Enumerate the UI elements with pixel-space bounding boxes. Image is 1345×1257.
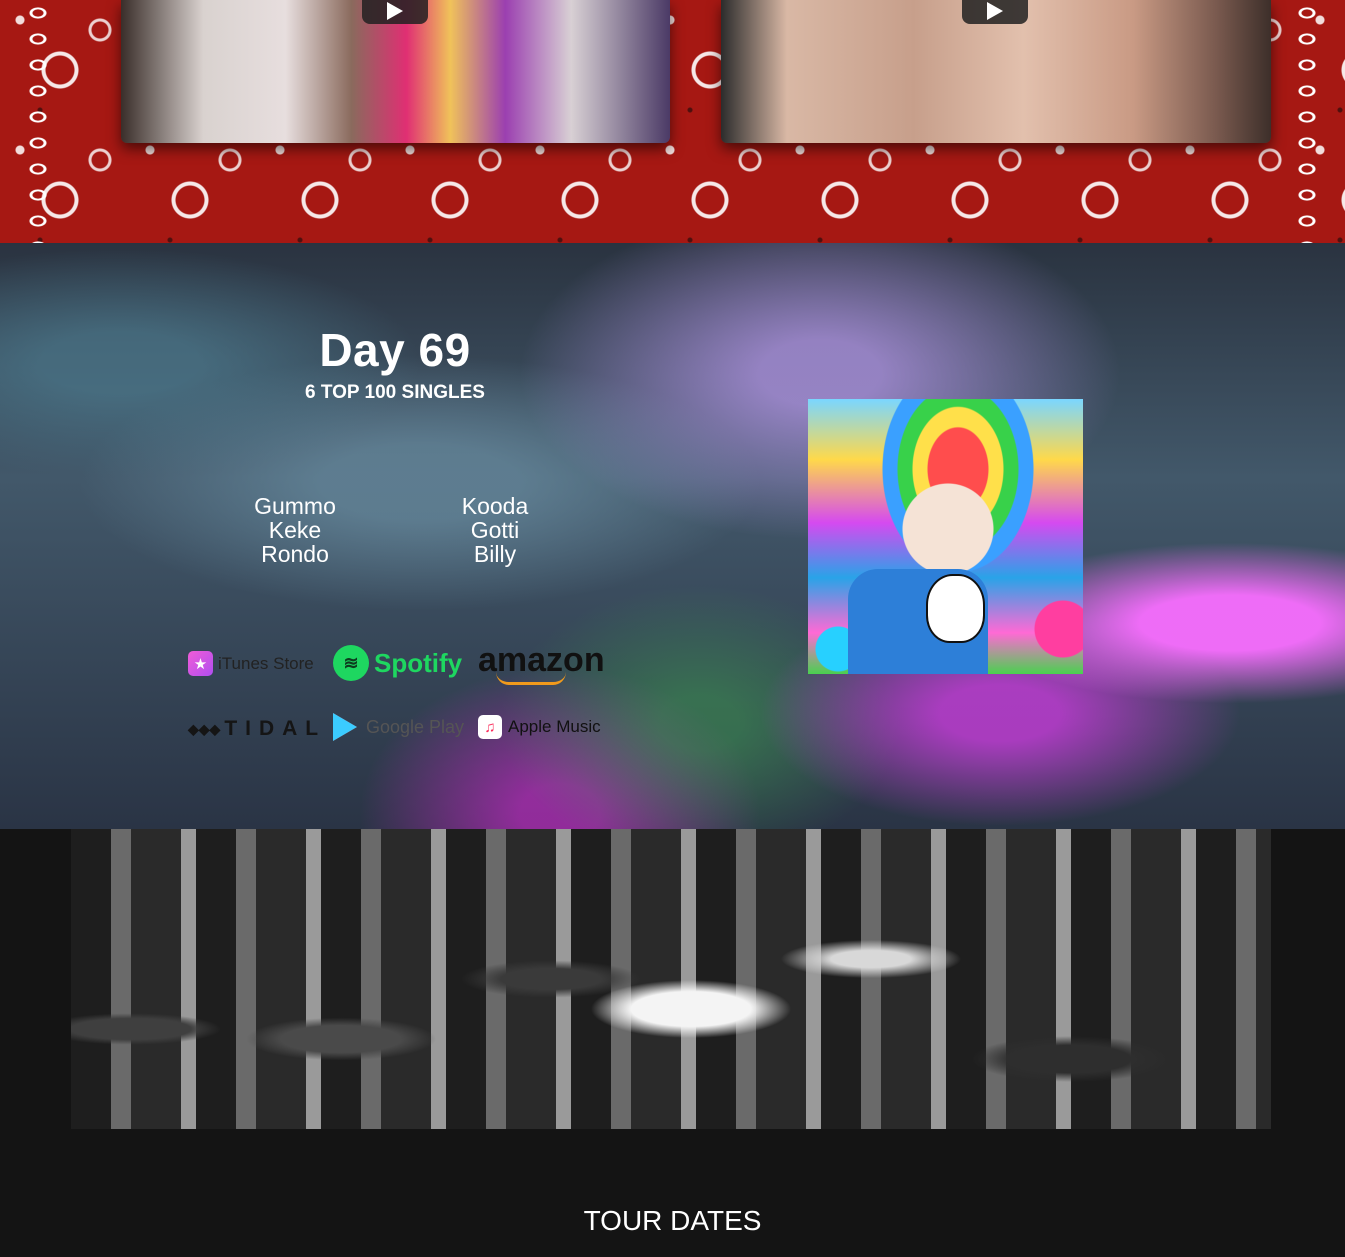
video-thumbnail-1[interactable]	[121, 0, 670, 143]
cover-dog-shape	[926, 574, 985, 643]
play-icon	[987, 2, 1003, 20]
music-note-icon: ♫	[478, 715, 502, 739]
album-title: Day 69	[319, 324, 471, 376]
album-section: Day 69 6 TOP 100 SINGLES Gummo Keke Rond…	[0, 243, 1345, 829]
single-item: Gummo	[254, 493, 336, 519]
tour-dates-heading: TOUR DATES	[583, 1205, 762, 1236]
single-item: Keke	[268, 517, 322, 543]
tidal-link[interactable]: ◆◆◆ TIDAL	[188, 717, 326, 741]
itunes-store-label: iTunes Store	[218, 653, 314, 673]
single-item: Billy	[473, 541, 517, 567]
spotify-icon: ≋	[333, 645, 369, 681]
play-button-2[interactable]	[962, 0, 1028, 24]
tidal-label: TIDAL	[224, 717, 327, 740]
apple-music-label: Apple Music	[508, 717, 601, 736]
spotify-label: Spotify	[374, 647, 463, 678]
amazon-smile-icon	[496, 672, 566, 685]
itunes-star-icon: ★	[188, 651, 213, 676]
bandana-pattern-left	[18, 0, 58, 243]
group-photo	[71, 829, 1271, 1129]
apple-music-link[interactable]: ♫ Apple Music	[478, 715, 601, 739]
singles-list-right: Kooda Gotti Billy	[395, 494, 595, 566]
itunes-store-link[interactable]: ★ iTunes Store	[188, 651, 314, 676]
bandana-pattern-right	[1287, 0, 1327, 243]
video-section	[0, 0, 1345, 243]
singles-list-left: Gummo Keke Rondo	[195, 494, 395, 566]
google-play-icon	[333, 713, 357, 741]
tidal-icon: ◆◆◆	[188, 720, 221, 737]
album-subtitle: 6 TOP 100 SINGLES	[305, 382, 485, 403]
play-icon	[387, 2, 403, 20]
google-play-label: Google Play	[366, 716, 465, 737]
album-cover-art	[808, 399, 1083, 674]
single-item: Kooda	[461, 493, 529, 519]
video-thumbnail-2[interactable]	[721, 0, 1271, 143]
amazon-link[interactable]: amazon	[478, 641, 605, 685]
google-play-link[interactable]: Google Play	[333, 713, 464, 741]
single-item: Gotti	[470, 517, 520, 543]
play-button-1[interactable]	[362, 0, 428, 24]
spotify-link[interactable]: ≋ Spotify	[333, 645, 462, 681]
single-item: Rondo	[261, 541, 329, 567]
